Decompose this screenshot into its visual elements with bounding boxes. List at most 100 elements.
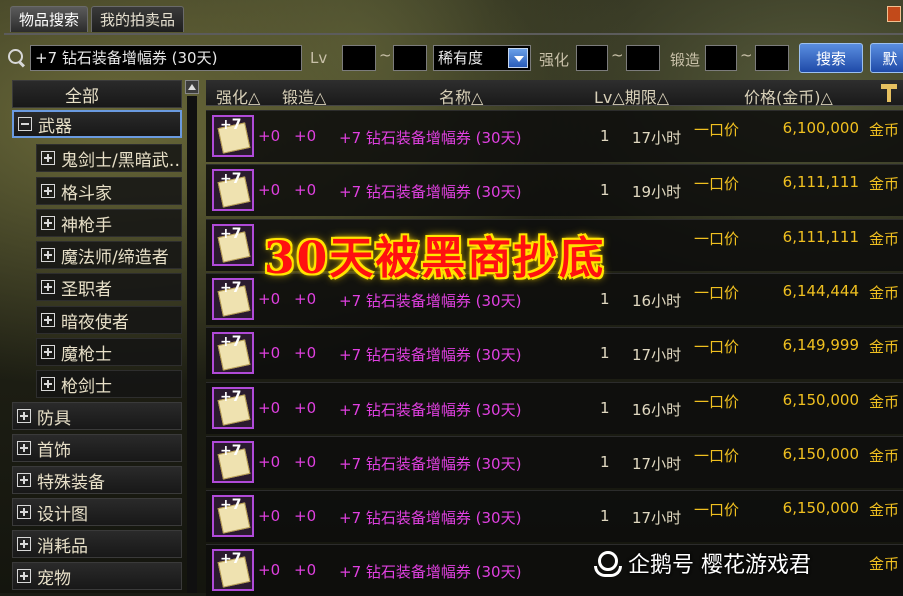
search-input[interactable]: +7 钻石装备增幅券 (30天) (30, 45, 302, 71)
coupon-item-icon[interactable]: +7 (212, 332, 254, 375)
sidebar-item-special-equipment[interactable]: 特殊装备 (12, 466, 182, 494)
expand-icon[interactable] (17, 537, 31, 551)
forge-max-input[interactable] (755, 45, 789, 71)
enhance-value: +0 (258, 452, 281, 471)
sidebar-item-accessories[interactable]: 首饰 (12, 434, 182, 462)
lv-min-input[interactable] (342, 45, 376, 71)
expand-icon[interactable] (41, 280, 55, 294)
rarity-select[interactable]: 稀有度 (433, 45, 531, 71)
coupon-item-icon[interactable]: +7 (212, 277, 254, 320)
sidebar-item-label: 首饰 (37, 440, 71, 461)
sidebar-scrollbar[interactable] (187, 96, 197, 593)
sidebar-item-pets[interactable]: 宠物 (12, 562, 182, 590)
table-row[interactable]: +7 +0 +0 +7 钻石装备增幅券 (30天) 1 17小时 一口价 6,150,000 金… (206, 490, 903, 543)
sort-forge-header[interactable]: 锻造△ (282, 84, 326, 108)
item-name: +7 钻石装备增幅券 (30天) (339, 291, 522, 310)
sidebar-item-agent[interactable]: 枪剑士 (36, 370, 182, 398)
time-remaining: 16小时 (632, 291, 682, 310)
sidebar-item-mage[interactable]: 魔法师/缔造者 (36, 241, 182, 269)
coupon-item-icon[interactable]: +7 (212, 440, 254, 483)
expand-icon[interactable] (41, 377, 55, 391)
tab-item-search[interactable]: 物品搜索 (10, 6, 89, 32)
expand-icon[interactable] (41, 248, 55, 262)
scroll-up-arrow-icon[interactable] (185, 80, 199, 94)
expand-icon[interactable] (17, 505, 31, 519)
level-value: 1 (600, 452, 610, 471)
buyout-label: 一口价 (694, 229, 740, 248)
item-name: +7 钻石装备增幅券 (30天) (339, 400, 522, 419)
chevron-down-icon[interactable] (508, 48, 528, 68)
buyout-label: 一口价 (694, 175, 740, 194)
collapse-icon[interactable] (18, 117, 32, 131)
sort-name-header[interactable]: 名称△ (439, 84, 483, 108)
buyout-label: 一口价 (694, 283, 740, 302)
default-button[interactable]: 默 (870, 43, 903, 73)
tab-my-auctions[interactable]: 我的拍卖品 (91, 6, 185, 32)
currency-label: 金币 (868, 283, 899, 302)
search-button[interactable]: 搜索 (799, 43, 863, 73)
price-value: 6,150,000 (782, 499, 859, 518)
sidebar-item-consumables[interactable]: 消耗品 (12, 530, 182, 558)
coupon-item-icon[interactable]: +7 (212, 386, 254, 429)
forge-label: 锻造 (670, 51, 701, 69)
sidebar-item-slayer[interactable]: 鬼剑士/黑暗武… (36, 144, 182, 172)
expand-icon[interactable] (17, 409, 31, 423)
table-row[interactable]: +7 +0 +0 +7 钻石装备增幅券 (30天) 1 17小时 一口价 6,150,000 金… (206, 435, 903, 488)
sidebar-item-thief[interactable]: 暗夜使者 (36, 306, 182, 334)
coupon-item-icon[interactable]: +7 (212, 169, 254, 212)
level-value: 1 (600, 127, 610, 145)
sidebar-item-label: 全部 (65, 86, 99, 107)
level-value: 1 (600, 344, 610, 363)
sidebar-item-gunner[interactable]: 神枪手 (36, 209, 182, 237)
hammer-icon[interactable] (881, 84, 897, 102)
coupon-item-icon[interactable]: +7 (212, 549, 254, 592)
lv-max-input[interactable] (393, 45, 427, 71)
category-sidebar: 全部 武器 鬼剑士/黑暗武… 格斗家 神枪手 魔法师/缔造者 圣职者 暗夜使者 … (8, 80, 199, 593)
coupon-item-icon[interactable]: +7 (212, 495, 254, 538)
sidebar-item-weapons[interactable]: 武器 (12, 110, 182, 138)
expand-icon[interactable] (17, 441, 31, 455)
sidebar-item-label: 消耗品 (37, 536, 88, 557)
window-menu-icon[interactable] (887, 6, 901, 22)
enhance-value: +0 (258, 398, 281, 417)
table-row[interactable]: +7 +0 +0 +7 钻石装备增幅券 (30天) 1 17小时 一口价 6,149,999 金… (206, 327, 903, 380)
sidebar-item-fighter[interactable]: 格斗家 (36, 177, 182, 205)
table-row[interactable]: +7 +0 +0 +7 钻石装备增幅券 (30天) 1 17小时 一口价 6,100,000 金… (206, 110, 903, 162)
expand-icon[interactable] (41, 216, 55, 230)
sort-price-header[interactable]: 价格(金币)△ (744, 84, 833, 108)
expand-icon[interactable] (41, 345, 55, 359)
sidebar-item-armor[interactable]: 防具 (12, 402, 182, 430)
forge-min-input[interactable] (705, 45, 737, 71)
enhance-min-input[interactable] (576, 45, 608, 71)
item-icon-label: +7 (220, 497, 242, 514)
currency-label: 金币 (868, 555, 899, 574)
coupon-item-icon[interactable]: +7 (212, 115, 254, 157)
table-row[interactable]: +7 +0 +0 +7 钻石装备增幅券 (30天) 1 16小时 一口价 6,150,000 金… (206, 381, 903, 434)
sort-enhance-header[interactable]: 强化△ (216, 84, 260, 108)
item-name: +7 钻石装备增幅券 (30天) (339, 183, 522, 202)
sidebar-item-blueprints[interactable]: 设计图 (12, 498, 182, 526)
expand-icon[interactable] (17, 569, 31, 583)
sidebar-item-label: 魔枪士 (61, 344, 112, 365)
price-value: 6,149,999 (782, 336, 859, 355)
enhance-max-input[interactable] (626, 45, 660, 71)
currency-label: 金币 (868, 175, 899, 194)
sidebar-item-priest[interactable]: 圣职者 (36, 273, 182, 301)
expand-icon[interactable] (41, 313, 55, 327)
sidebar-item-label: 防具 (37, 408, 71, 429)
coupon-item-icon[interactable]: +7 (212, 223, 254, 266)
buyout-label: 一口价 (694, 121, 740, 139)
sidebar-item-all[interactable]: 全部 (12, 80, 182, 108)
table-row[interactable]: +7 +0 +0 +7 钻石装备增幅券 (30天) 1 19小时 一口价 6,111,111 金… (206, 164, 903, 217)
item-icon-label: +7 (220, 225, 242, 242)
level-value: 1 (600, 398, 610, 417)
sidebar-item-demonic-lancer[interactable]: 魔枪士 (36, 338, 182, 366)
expand-icon[interactable] (17, 473, 31, 487)
forge-range-sep: ~ (740, 46, 753, 64)
sidebar-item-label: 宠物 (37, 568, 71, 589)
item-icon-label: +7 (220, 551, 242, 568)
expand-icon[interactable] (41, 184, 55, 198)
sidebar-item-label: 枪剑士 (61, 376, 112, 397)
sort-lv-period-header[interactable]: Lv△期限△ (594, 84, 669, 108)
expand-icon[interactable] (41, 151, 55, 165)
